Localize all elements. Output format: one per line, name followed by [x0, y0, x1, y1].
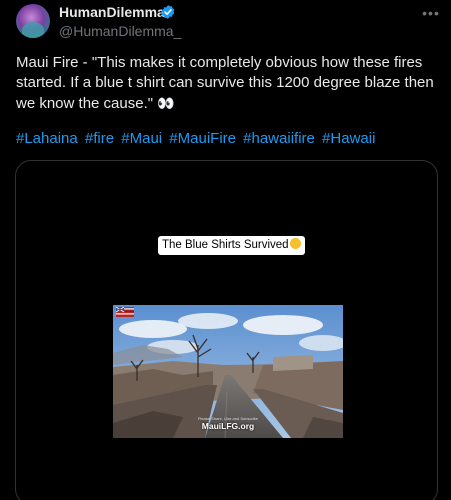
more-options-icon[interactable]: ••• [420, 4, 442, 22]
video-watermark: Please Share, Like and Subscribe MauiLFG… [113, 416, 343, 431]
thinking-emoji-icon [289, 238, 301, 249]
author-display-name[interactable]: HumanDilemma [59, 4, 165, 20]
hashtag-link[interactable]: #Hawaii [322, 130, 375, 147]
video-caption-text: The Blue Shirts Survived [162, 239, 289, 251]
avatar[interactable] [16, 4, 50, 38]
hashtag-link[interactable]: #Maui [121, 130, 162, 147]
tweet-body: Maui Fire - "This makes it completely ob… [16, 54, 434, 112]
author-handle[interactable]: @HumanDilemma_ [59, 23, 181, 39]
verified-badge-icon [161, 5, 175, 19]
hashtag-link[interactable]: #MauiFire [169, 130, 236, 147]
eyes-emoji: 👀 [157, 95, 175, 111]
hashtag-link[interactable]: #fire [85, 130, 114, 147]
hashtag-link[interactable]: #Lahaina [16, 130, 78, 147]
video-caption: The Blue Shirts Survived [158, 236, 305, 255]
tweet-text: Maui Fire - "This makes it completely ob… [16, 53, 436, 114]
tweet[interactable]: HumanDilemma @HumanDilemma_ ••• Maui Fir… [0, 0, 451, 500]
hashtag-link[interactable]: #hawaiifire [243, 130, 315, 147]
hawaii-flag-icon [116, 307, 134, 317]
hashtag-list: #Lahaina #fire #Maui #MauiFire #hawaiifi… [16, 129, 436, 149]
watermark-site: MauiLFG.org [201, 421, 255, 431]
